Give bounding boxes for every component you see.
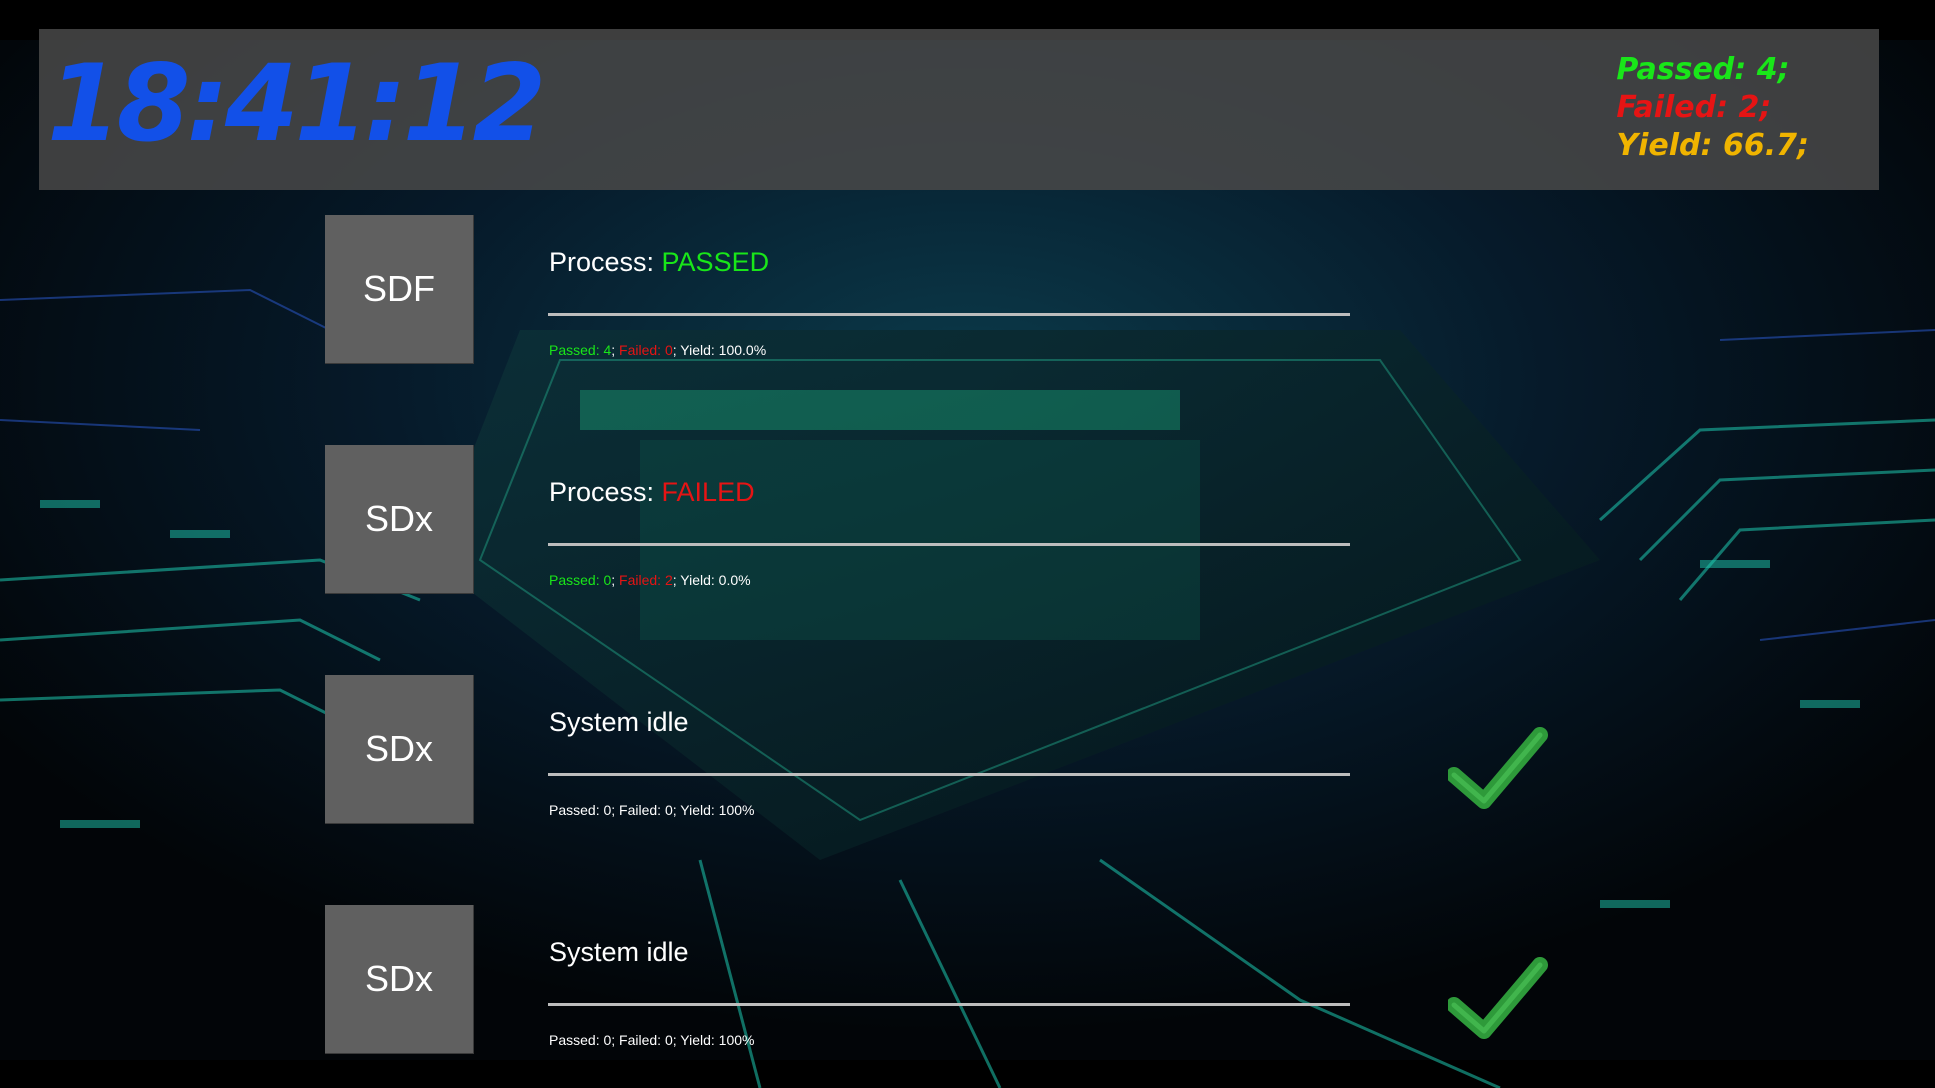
status-state: FAILED	[661, 477, 755, 507]
station-button[interactable]: SDx	[325, 905, 474, 1054]
status-prefix: System idle	[549, 937, 689, 967]
stats-yield: ; Yield: 100.0%	[672, 342, 767, 358]
station-status: System idle	[549, 707, 689, 738]
stats-failed: Failed: 0	[619, 342, 673, 358]
stats-yield: ; Yield: 0.0%	[672, 572, 751, 588]
divider-line	[548, 543, 1350, 546]
station-status: System idle	[549, 937, 689, 968]
status-prefix: System idle	[549, 707, 689, 737]
stats-failed: Failed: 2	[619, 572, 673, 588]
total-yield: Yield: 66.7;	[1616, 128, 1809, 163]
station-row: SDx System idle Passed: 0; Failed: 0; Yi…	[0, 905, 1935, 1055]
station-stats: Passed: 0; Failed: 0; Yield: 100%	[549, 802, 755, 818]
stats-passed: Passed: 0	[549, 572, 612, 588]
divider-line	[548, 313, 1350, 316]
station-status: Process: PASSED	[549, 247, 769, 278]
station-row: SDx System idle Passed: 0; Failed: 0; Yi…	[0, 675, 1935, 825]
stats-separator: ;	[611, 342, 620, 358]
station-stats: Passed: 4; Failed: 0; Yield: 100.0%	[549, 342, 766, 358]
status-prefix: Process:	[549, 247, 662, 277]
status-prefix: Process:	[549, 477, 662, 507]
station-button[interactable]: SDx	[325, 675, 474, 824]
status-state: PASSED	[661, 247, 770, 277]
station-row: SDF Process: PASSED Passed: 4; Failed: 0…	[0, 215, 1935, 365]
total-failed: Failed: 2;	[1616, 90, 1772, 125]
stats-separator: ;	[611, 572, 620, 588]
divider-line	[548, 1003, 1350, 1006]
stats-passed: Passed: 4	[549, 342, 612, 358]
header-bar: 18:41:12 Passed: 4; Failed: 2; Yield: 66…	[39, 29, 1879, 190]
clock-display: 18:41:12	[47, 42, 546, 165]
station-button[interactable]: SDx	[325, 445, 474, 594]
station-button[interactable]: SDF	[325, 215, 474, 364]
station-stats: Passed: 0; Failed: 0; Yield: 100%	[549, 1032, 755, 1048]
station-row: SDx Process: FAILED Passed: 0; Failed: 2…	[0, 445, 1935, 595]
station-stats: Passed: 0; Failed: 2; Yield: 0.0%	[549, 572, 751, 588]
divider-line	[548, 773, 1350, 776]
station-status: Process: FAILED	[549, 477, 755, 508]
total-passed: Passed: 4;	[1616, 52, 1790, 87]
totals-summary: Passed: 4; Failed: 2; Yield: 66.7;	[1616, 51, 1809, 165]
checkmark-icon	[1448, 957, 1548, 1039]
checkmark-icon	[1448, 727, 1548, 809]
